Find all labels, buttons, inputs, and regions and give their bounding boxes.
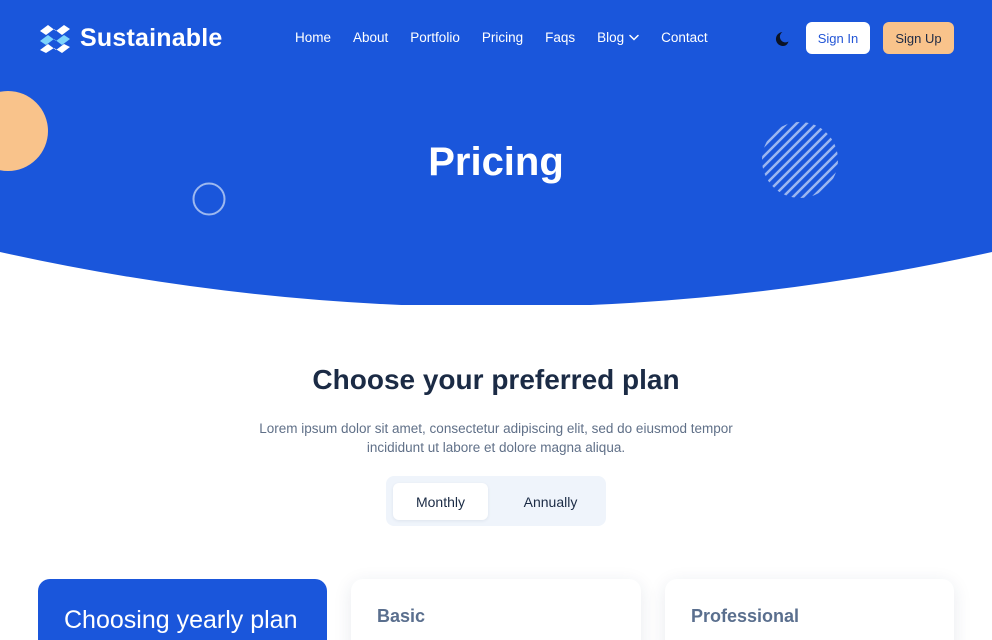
sign-in-button[interactable]: Sign In	[806, 22, 870, 54]
page-title: Pricing	[428, 140, 564, 184]
promo-card-title: Choosing yearly plan	[64, 606, 298, 634]
nav-item-blog[interactable]: Blog	[597, 30, 639, 45]
brand-logo[interactable]: Sustainable	[38, 22, 223, 54]
section-description: Lorem ipsum dolor sit amet, consectetur …	[259, 421, 733, 455]
main-nav: Home About Portfolio Pricing Faqs Blog C…	[295, 30, 708, 45]
sign-up-button[interactable]: Sign Up	[883, 22, 954, 54]
moon-icon[interactable]	[772, 29, 792, 49]
billing-option-monthly[interactable]: Monthly	[393, 483, 488, 520]
waves-logo-icon	[40, 25, 70, 53]
billing-toggle: Monthly Annually	[386, 476, 606, 526]
nav-item-home[interactable]: Home	[295, 30, 331, 45]
pricing-page: Sustainable Home About Portfolio Pricing…	[0, 0, 992, 640]
nav-item-pricing[interactable]: Pricing	[482, 30, 523, 45]
nav-item-portfolio[interactable]: Portfolio	[410, 30, 460, 45]
nav-item-faqs[interactable]: Faqs	[545, 30, 575, 45]
plan-card-professional: Professional	[665, 579, 954, 640]
plan-card-basic: Basic	[351, 579, 641, 640]
nav-item-contact[interactable]: Contact	[661, 30, 708, 45]
plan-name: Professional	[691, 606, 800, 626]
hero-banner: Sustainable Home About Portfolio Pricing…	[0, 0, 992, 305]
billing-option-annually[interactable]: Annually	[498, 483, 603, 520]
yearly-plan-promo-card: Choosing yearly plan	[38, 579, 327, 640]
section-title: Choose your preferred plan	[312, 364, 680, 395]
plan-name: Basic	[377, 606, 426, 626]
chevron-down-icon	[629, 34, 639, 41]
nav-item-about[interactable]: About	[353, 30, 388, 45]
nav-item-blog-label: Blog	[597, 30, 625, 45]
brand-name: Sustainable	[80, 23, 223, 52]
